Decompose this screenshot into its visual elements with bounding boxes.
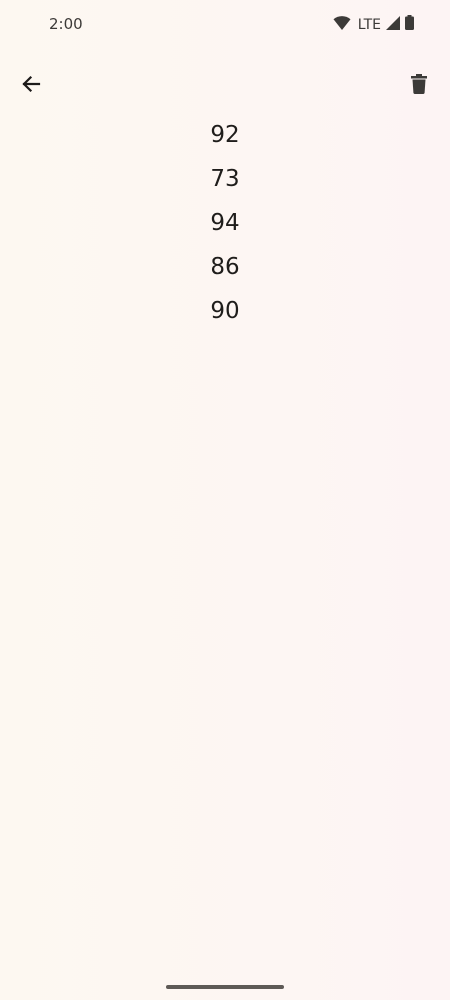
status-time: 2:00 (49, 15, 83, 33)
delete-button[interactable] (397, 64, 441, 108)
score-list: 92 73 94 86 90 (0, 113, 450, 333)
status-bar: 2:00 LTE (0, 0, 450, 50)
back-button[interactable] (9, 64, 53, 108)
battery-icon (405, 15, 414, 35)
score-item[interactable]: 90 (0, 289, 450, 333)
score-item[interactable]: 73 (0, 157, 450, 201)
trash-icon (411, 73, 427, 99)
wifi-icon (333, 15, 351, 35)
network-type-label: LTE (357, 17, 381, 33)
score-item[interactable]: 86 (0, 245, 450, 289)
gesture-navigation-handle[interactable] (166, 985, 284, 989)
arrow-left-icon (21, 74, 41, 99)
top-app-bar (0, 60, 450, 112)
signal-icon (386, 15, 400, 35)
status-icons: LTE (333, 15, 414, 35)
score-item[interactable]: 92 (0, 113, 450, 157)
score-item[interactable]: 94 (0, 201, 450, 245)
